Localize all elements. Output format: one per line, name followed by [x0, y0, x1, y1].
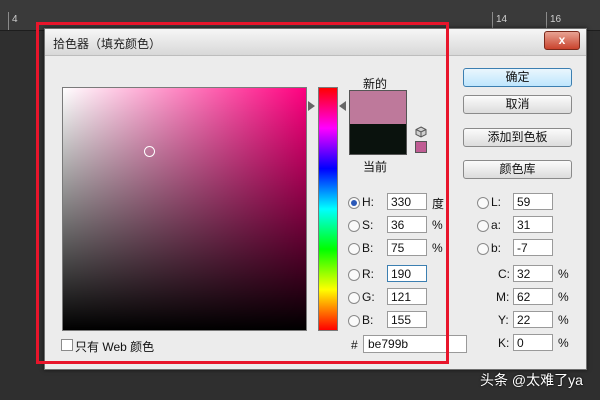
ok-button[interactable]: 确定: [463, 68, 572, 87]
magenta-label: M:: [496, 290, 510, 304]
black-unit: %: [558, 336, 569, 350]
lab-l-label: L:: [491, 195, 502, 209]
add-to-swatches-button[interactable]: 添加到色板: [463, 128, 572, 147]
magenta-unit: %: [558, 290, 569, 304]
lab-l-input[interactable]: 59: [513, 193, 553, 210]
watermark: 头条 @太难了ya: [480, 372, 583, 388]
color-libraries-button[interactable]: 颜色库: [463, 160, 572, 179]
black-label: K:: [498, 336, 510, 350]
yellow-unit: %: [558, 313, 569, 327]
ruler-number: 14: [496, 14, 508, 25]
yellow-label: Y:: [498, 313, 509, 327]
ruler-number: 4: [12, 14, 18, 25]
lab-b-input[interactable]: -7: [513, 239, 553, 256]
radio-lab-l[interactable]: [477, 197, 489, 209]
black-input[interactable]: 0: [513, 334, 553, 351]
cancel-button[interactable]: 取消: [463, 95, 572, 114]
radio-lab-a[interactable]: [477, 220, 489, 232]
radio-lab-b[interactable]: [477, 243, 489, 255]
yellow-input[interactable]: 22: [513, 311, 553, 328]
cyan-label: C:: [498, 267, 510, 281]
close-button[interactable]: x: [544, 31, 580, 50]
cyan-unit: %: [558, 267, 569, 281]
ruler-number: 16: [550, 14, 562, 25]
lab-a-input[interactable]: 31: [513, 216, 553, 233]
lab-b-label: b:: [491, 241, 502, 255]
magenta-input[interactable]: 62: [513, 288, 553, 305]
ruler-tick: [8, 12, 9, 30]
lab-a-label: a:: [491, 218, 502, 232]
cyan-input[interactable]: 32: [513, 265, 553, 282]
red-highlight-frame: [36, 22, 449, 364]
